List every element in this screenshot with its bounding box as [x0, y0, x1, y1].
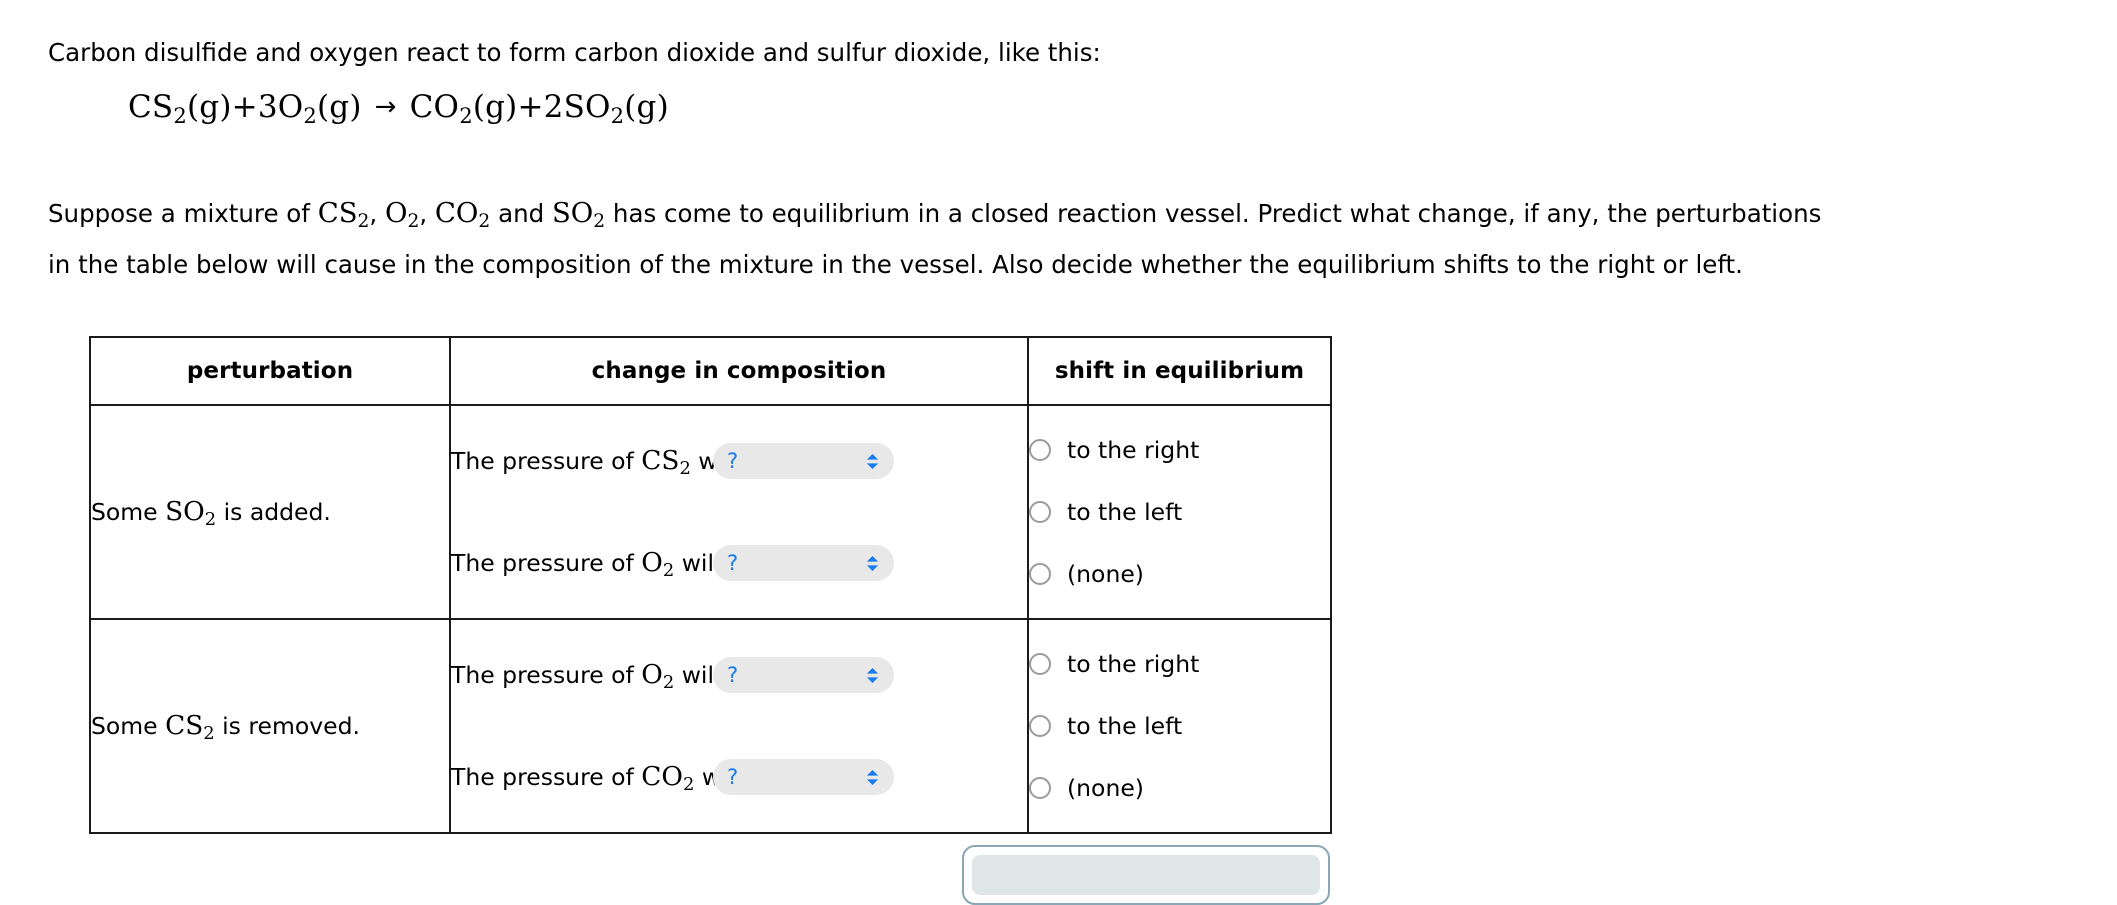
radio-label: to the right [1067, 436, 1200, 464]
select-value: ? [727, 448, 739, 473]
perturbation-cell: Some SO2 is added. [89, 404, 451, 620]
subscript: 2 [203, 723, 215, 744]
perturbation-text: Some SO2 is added. [91, 497, 331, 530]
composition-label: The pressure of CS2 will [451, 446, 737, 479]
subscript: 2 [662, 672, 675, 693]
select-value: ? [727, 662, 739, 687]
header-perturbation: perturbation [89, 336, 451, 406]
subscript: 2 [679, 458, 691, 479]
radio-button[interactable] [1029, 439, 1051, 461]
subscript: 2 [459, 102, 473, 128]
header-change-in-composition: change in composition [449, 336, 1029, 406]
reaction-arrow-icon: → [374, 92, 397, 122]
radio-button[interactable] [1029, 563, 1051, 585]
equation-reactant-2: 3O2(g) [257, 89, 362, 128]
formula-so2: SO2 [165, 497, 217, 530]
chemical-equation: CS2(g)+3O2(g) → CO2(g)+2SO2(g) [128, 89, 669, 128]
formula-co2: CO2 [434, 198, 491, 233]
radio-label: (none) [1067, 560, 1144, 588]
formula-so2: SO2 [551, 198, 606, 233]
radio-option-none-row2[interactable]: (none) [1029, 762, 1330, 814]
radio-option-to-the-left-row1[interactable]: to the left [1029, 486, 1330, 538]
composition-cell: The pressure of O2 will ? The pressure o… [449, 618, 1029, 834]
intro-paragraph: Carbon disulfide and oxygen react to for… [48, 38, 1101, 67]
table-row: Some SO2 is added. The pressure of CS2 w… [89, 404, 1332, 620]
radio-button[interactable] [1029, 501, 1051, 523]
shift-cell: to the right to the left (none) [1027, 404, 1332, 620]
subscript: 2 [662, 560, 675, 581]
table-row: Some CS2 is removed. The pressure of O2 … [89, 618, 1332, 834]
select-value: ? [727, 764, 739, 789]
subscript: 2 [478, 211, 491, 233]
composition-line: The pressure of CS2 will ? [451, 435, 1027, 487]
subscript: 2 [303, 102, 317, 128]
radio-label: to the left [1067, 712, 1183, 740]
formula-cs2: CS2 [641, 446, 691, 479]
subscript: 2 [204, 509, 217, 530]
shift-radio-group-row1: to the right to the left (none) [1029, 406, 1330, 618]
subscript: 2 [683, 774, 695, 795]
composition-line: The pressure of O2 will ? [451, 649, 1027, 701]
shift-radio-group-row2: to the right to the left (none) [1029, 620, 1330, 832]
composition-label: The pressure of O2 will [451, 548, 721, 581]
radio-option-to-the-right-row2[interactable]: to the right [1029, 638, 1330, 690]
formula-co2: CO2 [641, 762, 695, 795]
radio-option-none-row1[interactable]: (none) [1029, 548, 1330, 600]
pressure-select-o2-row2[interactable]: ? [713, 657, 894, 693]
instructions-line-1: Suppose a mixture of CS2, O2, CO2 and SO… [48, 198, 1822, 233]
perturbation-cell: Some CS2 is removed. [89, 618, 451, 834]
header-shift-in-equilibrium: shift in equilibrium [1027, 336, 1332, 406]
subscript: 2 [407, 211, 420, 233]
shift-cell: to the right to the left (none) [1027, 618, 1332, 834]
composition-line: The pressure of CO2 will ? [451, 751, 1027, 803]
chevron-updown-icon [866, 769, 879, 785]
composition-block: The pressure of O2 will ? The pressure o… [451, 625, 1027, 827]
composition-line: The pressure of O2 will ? [451, 537, 1027, 589]
pressure-select-o2-row1[interactable]: ? [713, 545, 894, 581]
worksheet-page: Carbon disulfide and oxygen react to for… [0, 0, 2117, 905]
chevron-updown-icon [866, 555, 879, 571]
radio-label: to the right [1067, 650, 1200, 678]
perturbation-table: perturbation change in composition shift… [89, 336, 1332, 834]
composition-label: The pressure of O2 will [451, 660, 721, 693]
radio-button[interactable] [1029, 715, 1051, 737]
chevron-updown-icon [866, 453, 879, 469]
equation-product-2: 2SO2(g) [543, 89, 669, 128]
radio-option-to-the-right-row1[interactable]: to the right [1029, 424, 1330, 476]
composition-label: The pressure of CO2 will [451, 762, 741, 795]
radio-label: to the left [1067, 498, 1183, 526]
pressure-select-cs2-row1[interactable]: ? [713, 443, 894, 479]
radio-button[interactable] [1029, 653, 1051, 675]
bottom-partial-panel[interactable] [962, 845, 1330, 905]
radio-label: (none) [1067, 774, 1144, 802]
subscript: 2 [593, 211, 606, 233]
formula-o2: O2 [641, 548, 675, 581]
equation-product-1: CO2(g) [409, 89, 518, 128]
subscript: 2 [610, 102, 625, 128]
select-value: ? [727, 550, 739, 575]
bottom-panel-inner-fill [972, 855, 1320, 895]
instructions-line-2: in the table below will cause in the com… [48, 250, 1743, 279]
perturbation-text: Some CS2 is removed. [91, 711, 361, 744]
formula-cs2: CS2 [317, 198, 370, 233]
equation-plus-1: + [231, 89, 258, 125]
chevron-updown-icon [866, 667, 879, 683]
subscript: 2 [173, 102, 187, 128]
composition-block: The pressure of CS2 will ? The pressure … [451, 411, 1027, 613]
subscript: 2 [357, 211, 370, 233]
formula-o2: O2 [641, 660, 675, 693]
radio-option-to-the-left-row2[interactable]: to the left [1029, 700, 1330, 752]
composition-cell: The pressure of CS2 will ? The pressure … [449, 404, 1029, 620]
radio-button[interactable] [1029, 777, 1051, 799]
equation-reactant-1: CS2(g) [128, 89, 232, 128]
equation-plus-2: + [517, 89, 544, 125]
formula-cs2: CS2 [165, 711, 215, 744]
formula-o2: O2 [384, 198, 420, 233]
table-header-row: perturbation change in composition shift… [89, 336, 1332, 406]
instructions-paragraph: Suppose a mixture of CS2, O2, CO2 and SO… [48, 188, 2078, 290]
pressure-select-co2-row2[interactable]: ? [713, 759, 894, 795]
